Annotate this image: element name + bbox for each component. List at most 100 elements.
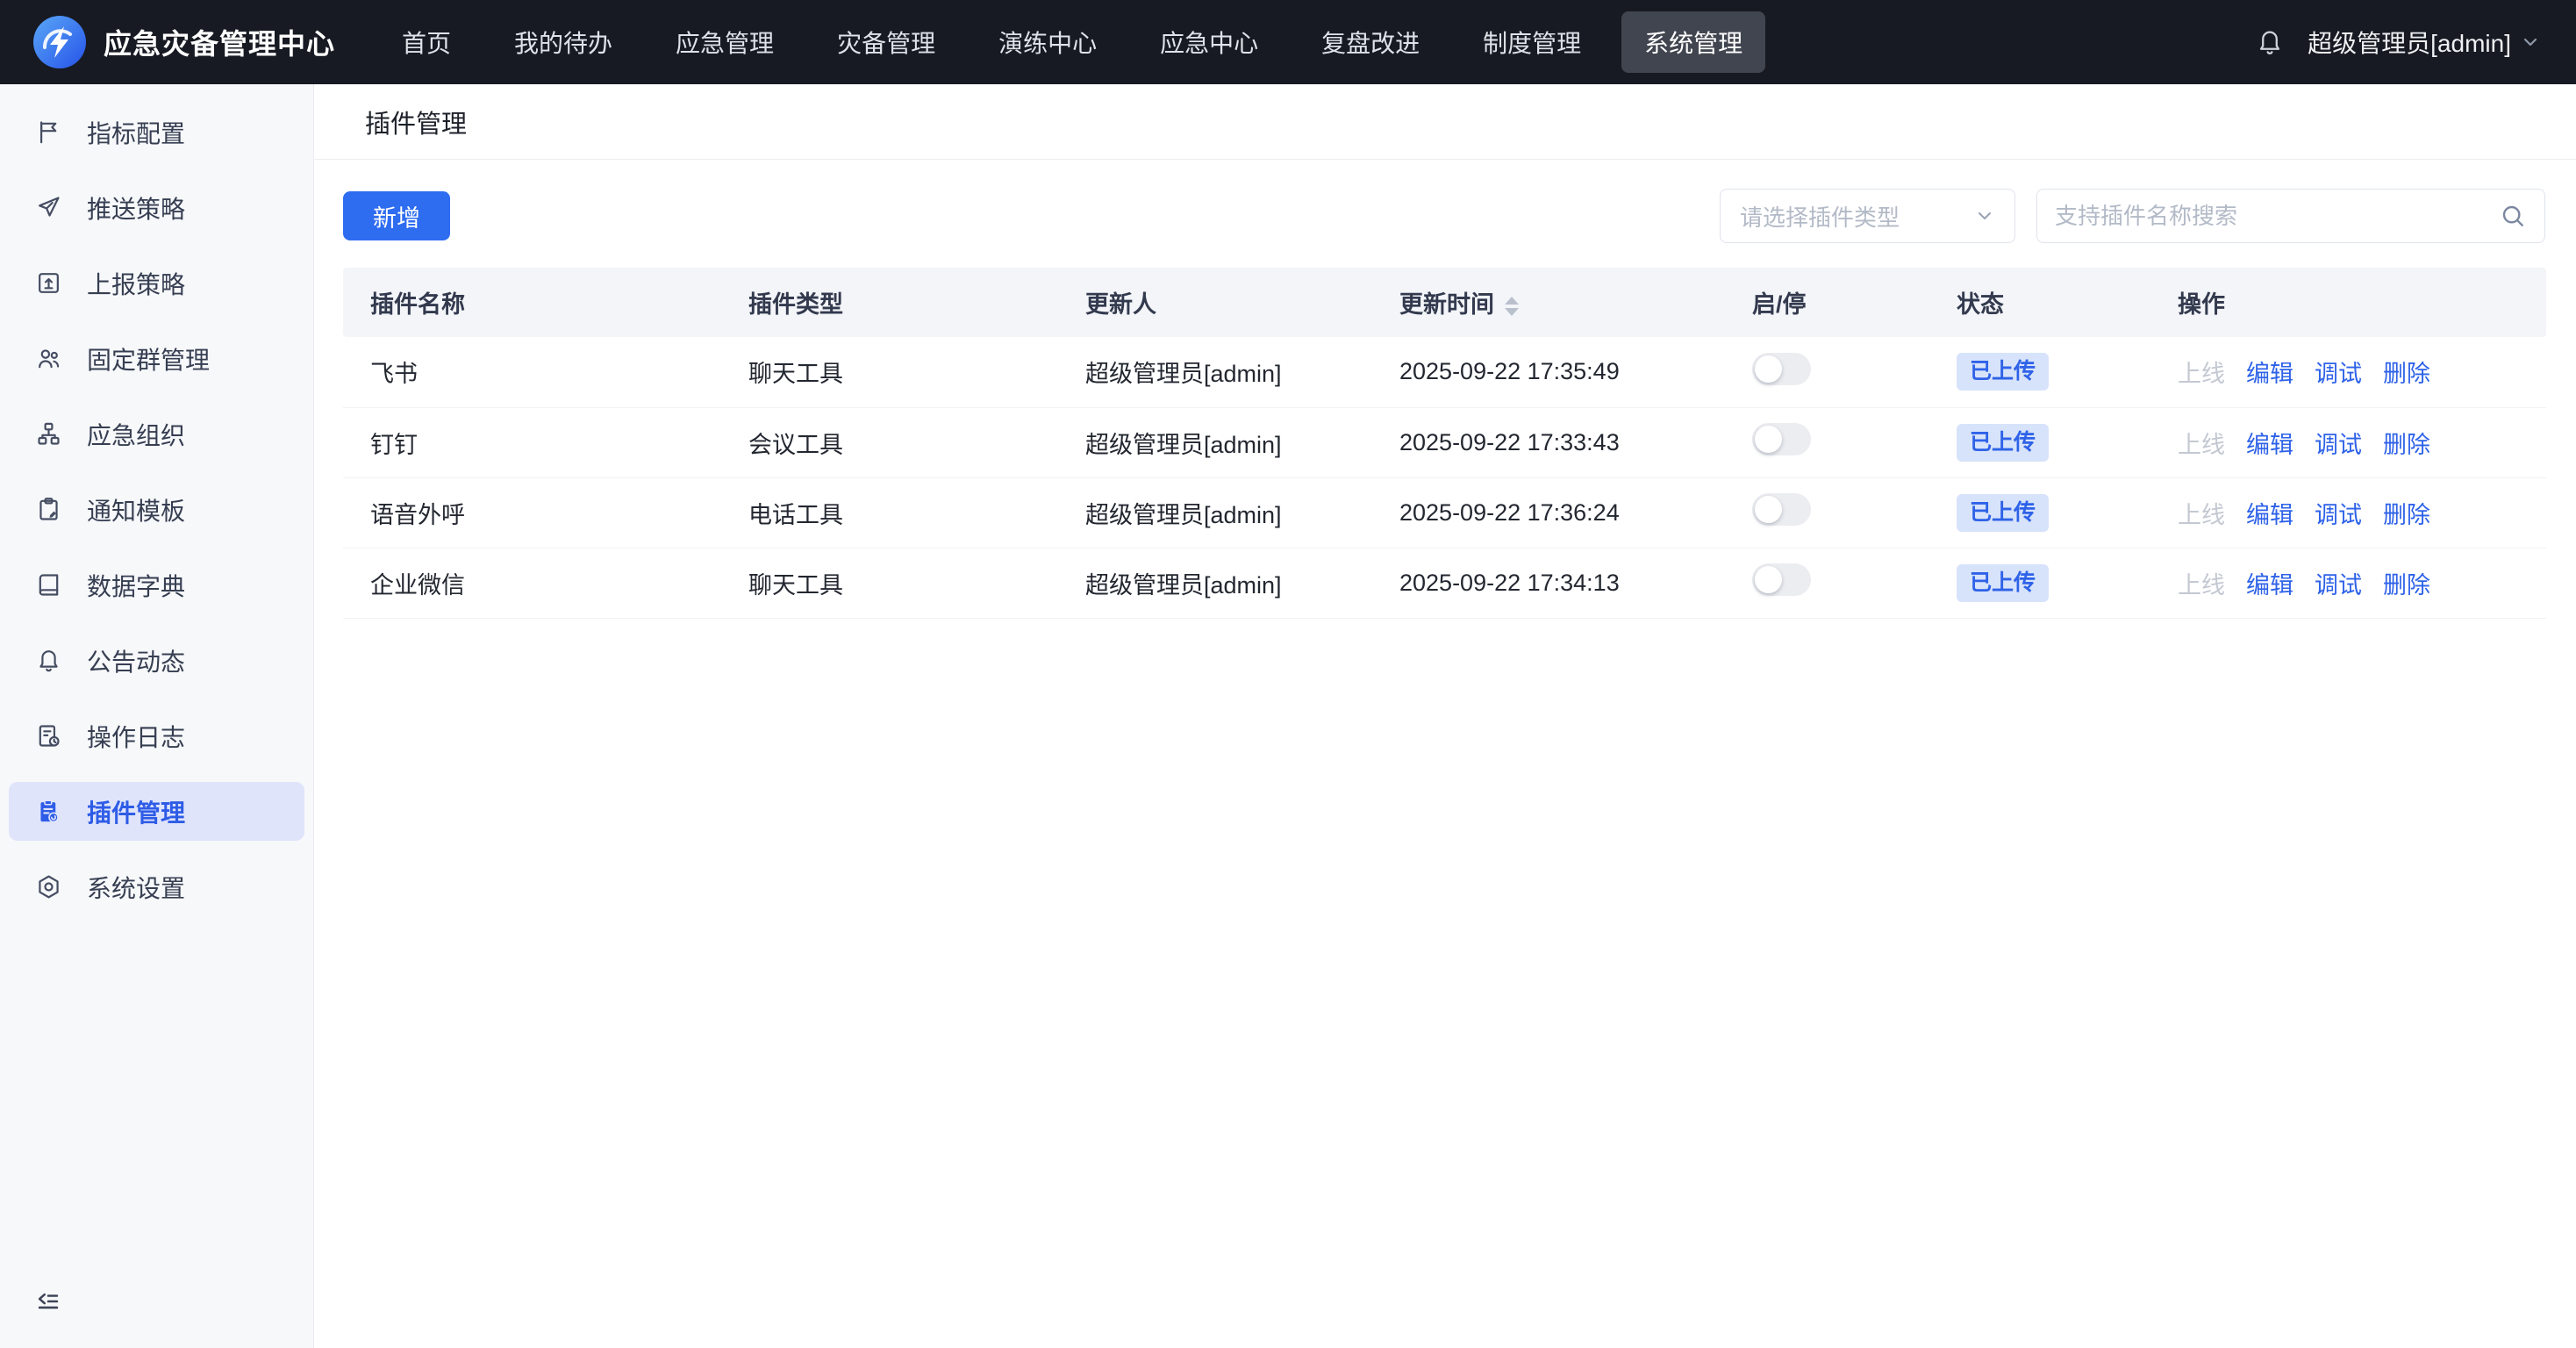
edit-link[interactable]: 编辑 (2246, 426, 2293, 460)
cell-plugin-name: 飞书 (343, 337, 721, 407)
cell-plugin-name: 钉钉 (343, 407, 721, 477)
row-actions: 上线 编辑 调试 删除 (2178, 355, 2546, 389)
nav-item-dr[interactable]: 灾备管理 (814, 11, 958, 73)
col-plugin-name: 插件名称 (343, 268, 721, 337)
status-badge: 已上传 (1957, 353, 2049, 391)
enable-toggle[interactable] (1752, 493, 1811, 526)
nav-item-todo[interactable]: 我的待办 (491, 11, 635, 73)
cell-updater: 超级管理员[admin] (1058, 477, 1372, 548)
cell-plugin-type: 聊天工具 (721, 337, 1058, 407)
cell-updated-at: 2025-09-22 17:33:43 (1372, 407, 1725, 477)
table-row: 语音外呼 电话工具 超级管理员[admin] 2025-09-22 17:36:… (343, 477, 2546, 548)
debug-link[interactable]: 调试 (2315, 496, 2362, 530)
sidebar-item-push-strategy[interactable]: 推送策略 (9, 178, 304, 237)
sidebar: 指标配置 推送策略 上报策略 固定群管理 应急组织 通知模板 数据字典 (0, 84, 314, 1348)
user-name: 超级管理员[admin] (2308, 25, 2511, 60)
cell-plugin-type: 聊天工具 (721, 548, 1058, 618)
settings-icon (35, 873, 62, 900)
plugin-icon (35, 798, 62, 825)
debug-link[interactable]: 调试 (2315, 426, 2362, 460)
table-row: 飞书 聊天工具 超级管理员[admin] 2025-09-22 17:35:49… (343, 337, 2546, 407)
sidebar-item-fixed-group[interactable]: 固定群管理 (9, 329, 304, 388)
sidebar-item-report-strategy[interactable]: 上报策略 (9, 254, 304, 312)
delete-link[interactable]: 删除 (2383, 355, 2430, 389)
nav-item-home[interactable]: 首页 (379, 11, 474, 73)
delete-link[interactable]: 删除 (2383, 426, 2430, 460)
nav-item-drill[interactable]: 演练中心 (976, 11, 1120, 73)
sidebar-item-announcements[interactable]: 公告动态 (9, 631, 304, 690)
toggle-knob (1755, 355, 1782, 383)
user-menu[interactable]: 超级管理员[admin] (2308, 25, 2541, 60)
send-icon (35, 194, 62, 221)
search-icon[interactable] (2499, 202, 2527, 230)
sidebar-item-data-dictionary[interactable]: 数据字典 (9, 556, 304, 614)
edit-link[interactable]: 编辑 (2246, 566, 2293, 600)
debug-link[interactable]: 调试 (2315, 566, 2362, 600)
chevron-down-icon (1974, 205, 1995, 226)
sidebar-item-indicator-config[interactable]: 指标配置 (9, 103, 304, 161)
sidebar-collapse-icon[interactable] (33, 1288, 63, 1318)
enable-toggle[interactable] (1752, 353, 1811, 385)
sidebar-item-operation-log[interactable]: 操作日志 (9, 706, 304, 765)
enable-toggle[interactable] (1752, 423, 1811, 455)
dictionary-icon (35, 571, 62, 599)
row-actions: 上线 编辑 调试 删除 (2178, 496, 2546, 530)
notification-bell-icon[interactable] (2255, 27, 2285, 57)
nav-item-system[interactable]: 系统管理 (1621, 11, 1765, 73)
row-actions: 上线 编辑 调试 删除 (2178, 426, 2546, 460)
edit-link[interactable]: 编辑 (2246, 355, 2293, 389)
add-button[interactable]: 新增 (343, 191, 450, 240)
col-updated-at: 更新时间 (1372, 268, 1725, 337)
online-link: 上线 (2178, 566, 2225, 600)
nav-item-policy[interactable]: 制度管理 (1460, 11, 1604, 73)
nav-item-review[interactable]: 复盘改进 (1299, 11, 1442, 73)
cell-updater: 超级管理员[admin] (1058, 548, 1372, 618)
toggle-knob (1755, 566, 1782, 593)
debug-link[interactable]: 调试 (2315, 355, 2362, 389)
plugin-search (2036, 189, 2545, 243)
brand: 应急灾备管理中心 (0, 16, 335, 68)
flag-icon (35, 118, 62, 146)
col-toggle: 启/停 (1725, 268, 1929, 337)
search-input[interactable] (2055, 203, 2499, 230)
sidebar-item-label: 操作日志 (87, 719, 185, 754)
delete-link[interactable]: 删除 (2383, 496, 2430, 530)
row-actions: 上线 编辑 调试 删除 (2178, 566, 2546, 600)
group-icon (35, 345, 62, 372)
sidebar-item-system-settings[interactable]: 系统设置 (9, 857, 304, 916)
toolbar-filters: 请选择插件类型 (1720, 189, 2545, 243)
col-actions: 操作 (2150, 268, 2546, 337)
online-link: 上线 (2178, 355, 2225, 389)
sort-icon[interactable] (1505, 297, 1519, 316)
sidebar-item-label: 推送策略 (87, 190, 185, 226)
sidebar-item-label: 通知模板 (87, 492, 185, 527)
template-icon (35, 496, 62, 523)
edit-link[interactable]: 编辑 (2246, 496, 2293, 530)
table-row: 企业微信 聊天工具 超级管理员[admin] 2025-09-22 17:34:… (343, 548, 2546, 618)
main-nav: 首页 我的待办 应急管理 灾备管理 演练中心 应急中心 复盘改进 制度管理 系统… (379, 11, 1765, 73)
sidebar-item-emergency-org[interactable]: 应急组织 (9, 405, 304, 463)
status-badge: 已上传 (1957, 564, 2049, 602)
app-logo-icon (33, 16, 86, 68)
navbar-right: 超级管理员[admin] (2255, 25, 2576, 60)
nav-item-center[interactable]: 应急中心 (1137, 11, 1281, 73)
enable-toggle[interactable] (1752, 563, 1811, 596)
nav-item-emergency[interactable]: 应急管理 (653, 11, 797, 73)
top-navbar: 应急灾备管理中心 首页 我的待办 应急管理 灾备管理 演练中心 应急中心 复盘改… (0, 0, 2576, 84)
plugin-table: 插件名称 插件类型 更新人 更新时间 启/停 状态 操作 飞书 聊天工具 超级管… (343, 268, 2546, 619)
main-content: 插件管理 新增 请选择插件类型 插件名称 插件类型 更新人 更新时间 (315, 84, 2576, 1348)
page-title: 插件管理 (365, 104, 467, 140)
cell-updated-at: 2025-09-22 17:35:49 (1372, 337, 1725, 407)
col-status: 状态 (1929, 268, 2150, 337)
toggle-knob (1755, 496, 1782, 523)
app-title: 应急灾备管理中心 (104, 22, 335, 62)
org-icon (35, 420, 62, 448)
sidebar-item-label: 固定群管理 (87, 341, 210, 376)
sidebar-item-plugin-management[interactable]: 插件管理 (9, 782, 304, 841)
sidebar-item-notice-template[interactable]: 通知模板 (9, 480, 304, 539)
cell-updated-at: 2025-09-22 17:36:24 (1372, 477, 1725, 548)
delete-link[interactable]: 删除 (2383, 566, 2430, 600)
online-link: 上线 (2178, 426, 2225, 460)
plugin-type-select[interactable]: 请选择插件类型 (1720, 189, 2015, 243)
log-icon (35, 722, 62, 749)
